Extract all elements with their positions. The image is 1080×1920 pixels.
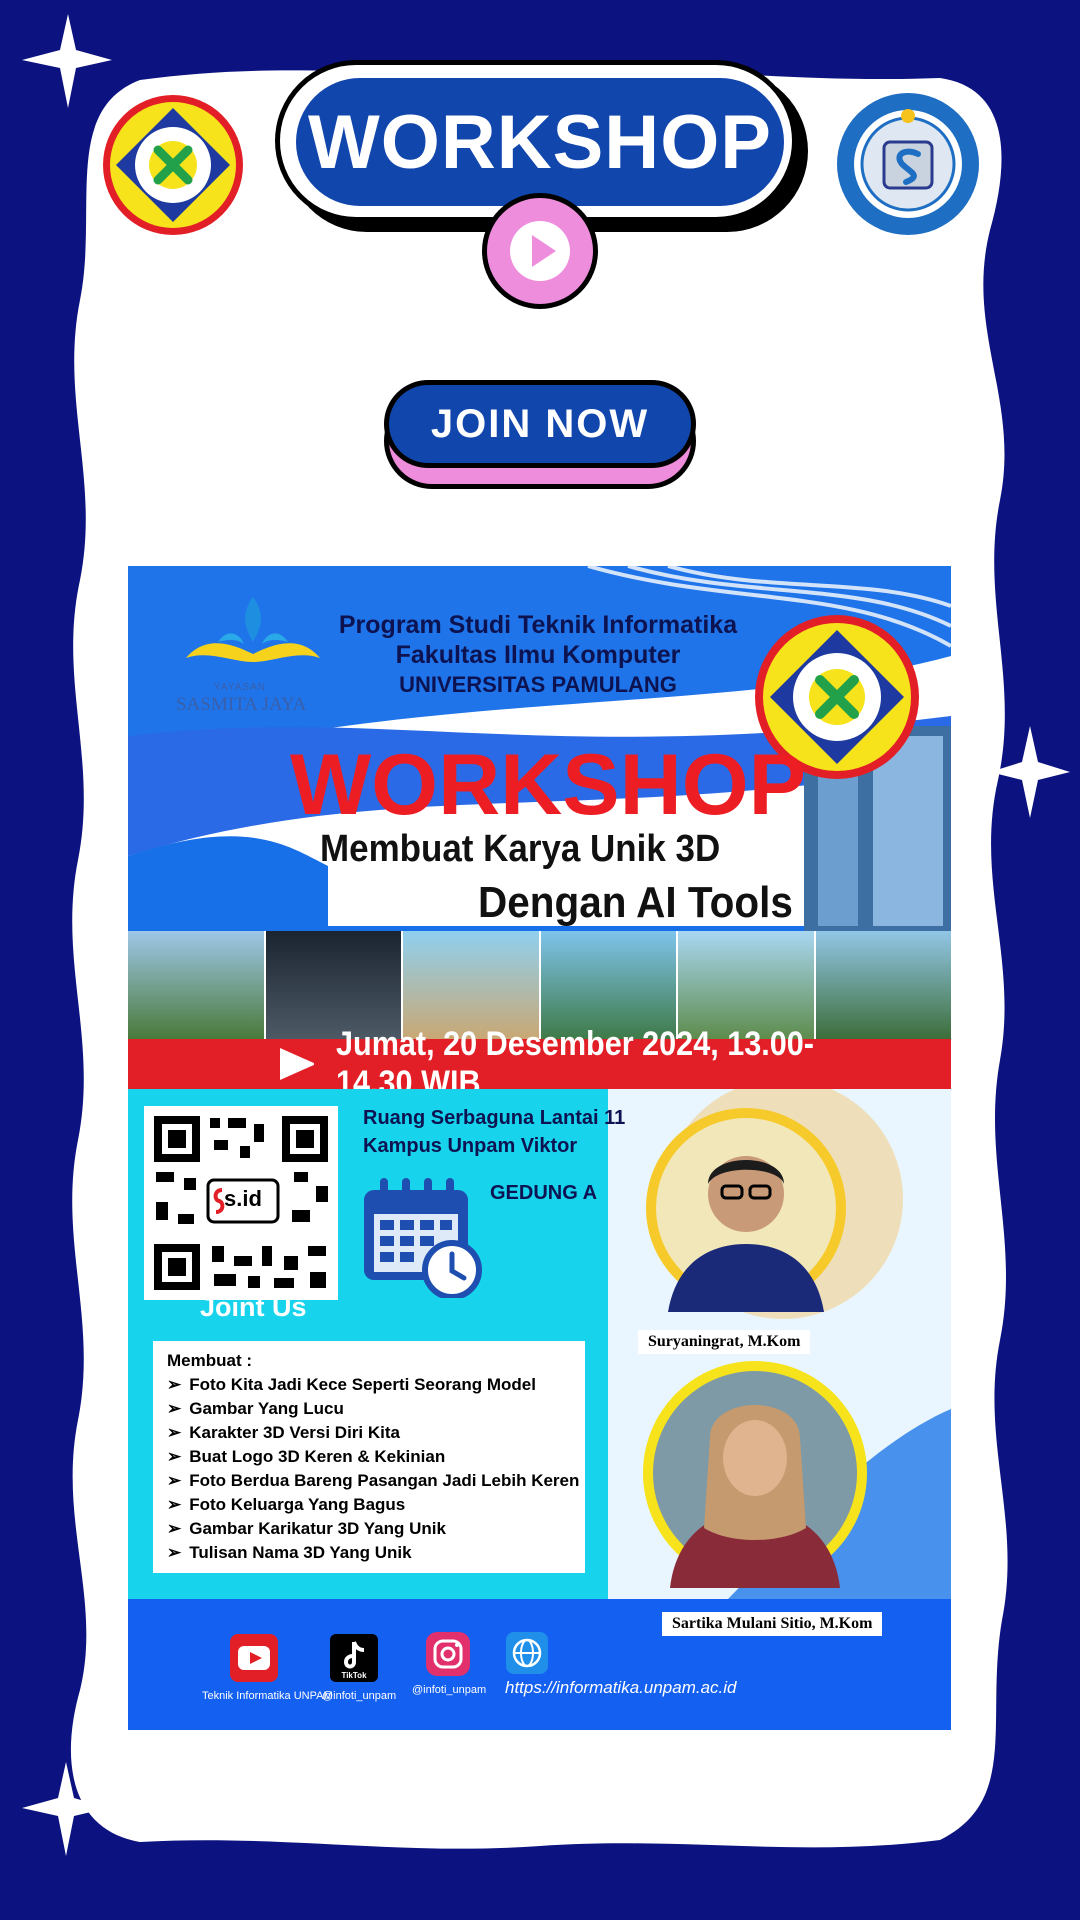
youtube-handle: Teknik Informatika UNPAM [202,1690,333,1702]
workshop-poster: YAYASAN SASMITA JAYA Program Studi Tekni… [128,566,951,1730]
activities-list-title: Membuat : [167,1351,252,1370]
speaker-2-name: Sartika Mulani Sitio, M.Kom [662,1612,883,1636]
date-bar: Jumat, 20 Desember 2024, 13.00-14.30 WIB [128,1025,951,1102]
join-now-button[interactable]: JOIN NOW [384,380,696,468]
header-title: WORKSHOP [308,99,772,185]
foundation-logo [186,597,320,662]
youtube-icon[interactable] [230,1634,278,1682]
list-item: Gambar Karikatur 3D Yang Unik [167,1517,571,1541]
venue-info: Ruang Serbaguna Lantai 11 Kampus Unpam V… [363,1104,625,1160]
play-icon [510,221,570,281]
tiktok-handle: @infoti_unpam [322,1690,397,1702]
program-line-3: UNIVERSITAS PAMULANG [399,672,677,697]
qr-caption: Joint Us [200,1292,307,1322]
activities-list: Membuat : Foto Kita Jadi Kece Seperti Se… [153,1341,585,1573]
foundation-small-text: YAYASAN [214,682,267,693]
list-item: Foto Berdua Bareng Pasangan Jadi Lebih K… [167,1469,579,1493]
program-line-1: Program Studi Teknik Informatika [338,611,738,639]
website-link[interactable]: https://informatika.unpam.ac.id [505,1678,737,1698]
speaker-2-photo [643,1361,867,1588]
list-item: Tulisan Nama 3D Yang Unik [167,1541,571,1565]
title-pill: WORKSHOP [296,78,784,206]
join-now-label: JOIN NOW [430,401,650,446]
globe-icon[interactable] [506,1632,548,1674]
tiktok-logo-text: TikTok [341,1671,367,1680]
sample-photo [815,931,951,1039]
sample-photo [403,931,541,1039]
sample-photo-strip [128,931,951,1039]
list-item: Gambar Yang Lucu [167,1397,571,1421]
list-item: Buat Logo 3D Keren & Kekinian [167,1445,571,1469]
instagram-icon[interactable] [426,1632,470,1676]
sample-photo [678,931,816,1039]
informatics-club-logo [837,93,979,235]
list-item: Foto Keluarga Yang Bagus [167,1493,571,1517]
poster-workshop-title: WORKSHOP [290,737,806,833]
foundation-name: SASMITA JAYA [176,694,307,715]
qr-badge: s.id [224,1186,262,1211]
poster-subtitle-1: Membuat Karya Unik 3D [320,828,721,870]
program-heading: Program Studi Teknik Informatika Fakulta… [318,610,758,700]
speaker-1-photo [646,1108,846,1312]
unpam-logo-left [103,95,243,235]
venue-line-2: Kampus Unpam Viktor [363,1135,578,1157]
poster-subtitle-2: Dengan AI Tools [478,878,793,927]
speaker-1-name: Suryaningrat, M.Kom [638,1330,811,1354]
program-line-2: Fakultas Ilmu Komputer [395,641,681,669]
venue-line-1: Ruang Serbaguna Lantai 11 [363,1107,626,1129]
list-item: Foto Kita Jadi Kece Seperti Seorang Mode… [167,1373,571,1397]
instagram-handle: @infoti_unpam [412,1684,487,1696]
calendar-icon [364,1178,482,1298]
tiktok-icon[interactable]: TikTok [330,1634,378,1682]
sample-photo [128,931,266,1039]
play-arrow-icon [280,1048,314,1080]
link-icon [213,1188,225,1214]
sample-photo [265,931,403,1039]
play-button[interactable] [482,193,598,309]
sample-photo [540,931,678,1039]
qr-code[interactable]: s.id [144,1106,338,1300]
building-label: GEDUNG A [490,1182,598,1204]
list-item: Karakter 3D Versi Diri Kita [167,1421,571,1445]
